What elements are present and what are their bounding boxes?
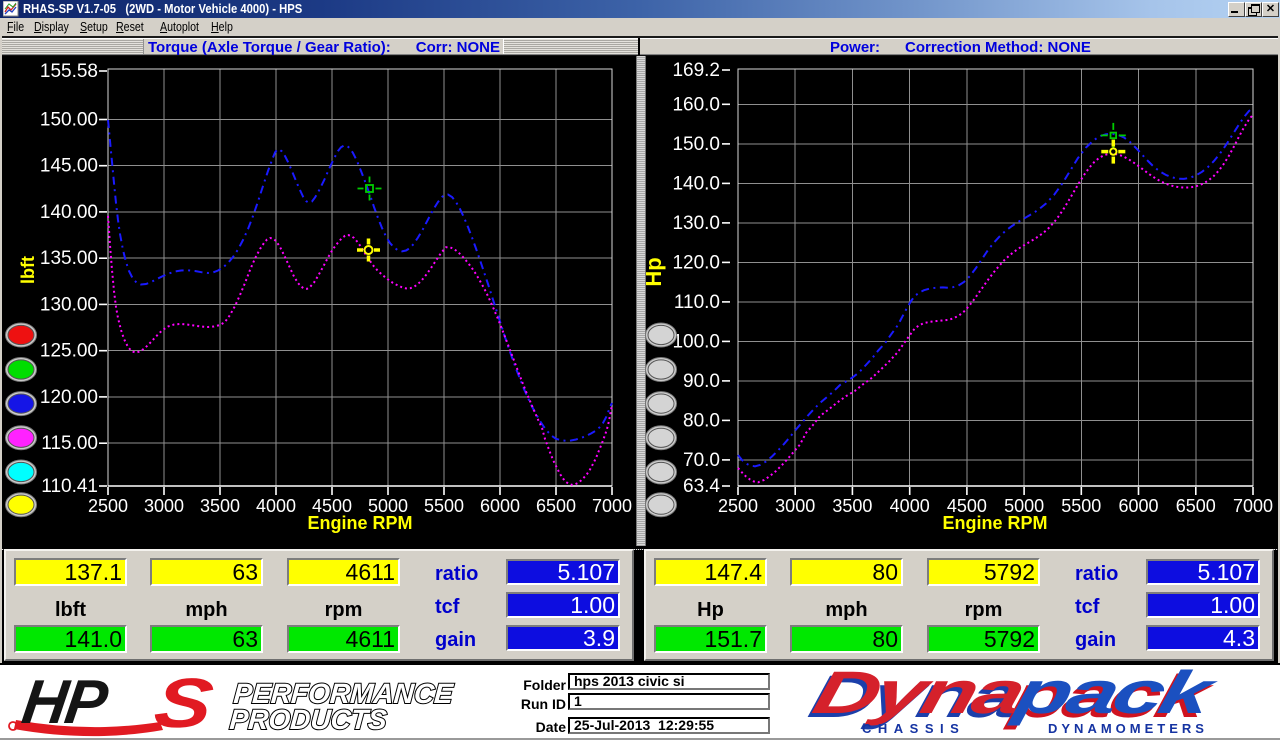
svg-text:3500: 3500 bbox=[200, 496, 240, 516]
svg-text:7000: 7000 bbox=[592, 496, 632, 516]
svg-text:80.0: 80.0 bbox=[683, 410, 720, 431]
svg-text:115.00: 115.00 bbox=[41, 433, 98, 454]
svg-text:155.58: 155.58 bbox=[40, 61, 98, 82]
svg-text:100.0: 100.0 bbox=[672, 331, 720, 352]
svg-text:Hp: Hp bbox=[646, 257, 666, 286]
svg-text:5500: 5500 bbox=[1061, 496, 1101, 516]
svg-text:6500: 6500 bbox=[1176, 496, 1216, 516]
svg-text:150.0: 150.0 bbox=[672, 134, 720, 155]
svg-text:145.00: 145.00 bbox=[40, 156, 98, 177]
svg-text:125.00: 125.00 bbox=[40, 341, 98, 362]
svg-text:6000: 6000 bbox=[1118, 496, 1158, 516]
svg-text:140.0: 140.0 bbox=[672, 173, 720, 194]
svg-text:135.00: 135.00 bbox=[40, 248, 98, 269]
svg-text:150.00: 150.00 bbox=[40, 110, 98, 131]
svg-text:Dyna: Dyna bbox=[807, 664, 1032, 726]
svg-text:2500: 2500 bbox=[88, 496, 128, 516]
svg-text:120.0: 120.0 bbox=[672, 252, 720, 273]
svg-text:2500: 2500 bbox=[718, 496, 758, 516]
svg-text:120.00: 120.00 bbox=[40, 387, 98, 408]
svg-text:Engine RPM: Engine RPM bbox=[942, 513, 1047, 533]
svg-text:70.0: 70.0 bbox=[683, 450, 720, 471]
svg-text:7000: 7000 bbox=[1233, 496, 1273, 516]
svg-text:63.4: 63.4 bbox=[683, 476, 720, 497]
svg-text:90.0: 90.0 bbox=[683, 371, 720, 392]
svg-text:140.00: 140.00 bbox=[40, 202, 98, 223]
svg-text:4000: 4000 bbox=[890, 496, 930, 516]
svg-text:pack: pack bbox=[1006, 664, 1224, 726]
svg-text:HP: HP bbox=[18, 668, 112, 737]
svg-text:160.0: 160.0 bbox=[672, 94, 720, 115]
svg-text:169.2: 169.2 bbox=[672, 60, 720, 81]
svg-text:lbft: lbft bbox=[18, 256, 38, 284]
svg-text:6000: 6000 bbox=[480, 496, 520, 516]
svg-text:Engine RPM: Engine RPM bbox=[307, 513, 412, 533]
svg-text:3000: 3000 bbox=[144, 496, 184, 516]
svg-text:S: S bbox=[150, 665, 218, 739]
svg-text:110.0: 110.0 bbox=[674, 292, 720, 313]
svg-text:130.0: 130.0 bbox=[672, 213, 720, 234]
svg-text:3000: 3000 bbox=[775, 496, 815, 516]
svg-text:DYNAMOMETERS: DYNAMOMETERS bbox=[1048, 721, 1208, 736]
svg-text:130.00: 130.00 bbox=[40, 294, 98, 315]
svg-text:5500: 5500 bbox=[424, 496, 464, 516]
svg-text:PRODUCTS: PRODUCTS bbox=[229, 704, 388, 735]
svg-text:4000: 4000 bbox=[256, 496, 296, 516]
svg-text:3500: 3500 bbox=[832, 496, 872, 516]
svg-text:110.41: 110.41 bbox=[41, 476, 98, 497]
svg-text:6500: 6500 bbox=[536, 496, 576, 516]
svg-text:CHASSIS: CHASSIS bbox=[862, 721, 965, 736]
